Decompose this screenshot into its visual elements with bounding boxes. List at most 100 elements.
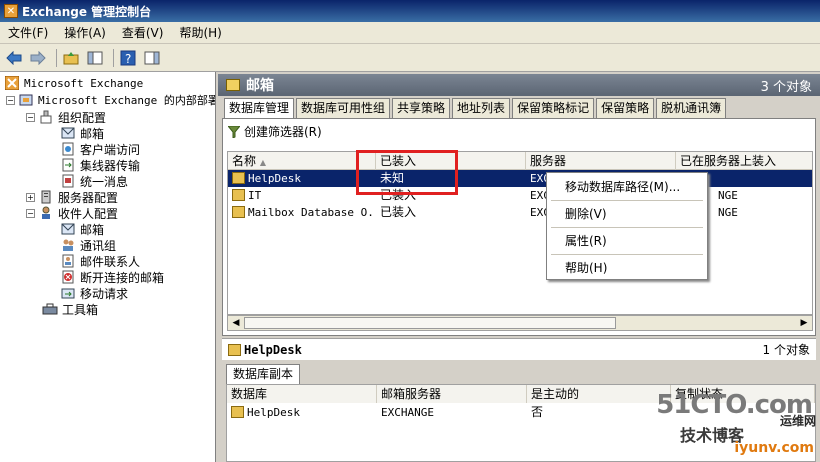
tree-item-label: 工具箱	[62, 302, 99, 317]
scrollbar-thumb[interactable]	[244, 317, 616, 329]
tab-retention-tags[interactable]: 保留策略标记	[512, 98, 595, 118]
tree-item-server-config[interactable]: + 服务器配置	[26, 189, 118, 205]
column-header-name[interactable]: 名称 ▲	[228, 152, 376, 170]
collapse-icon[interactable]: −	[26, 208, 35, 218]
toolbar: ?	[0, 44, 820, 72]
tree-item-label: 统一消息	[80, 174, 129, 189]
scroll-right-icon[interactable]: ▶	[797, 317, 811, 329]
menu-help[interactable]: 帮助(H)	[171, 22, 229, 44]
collapse-icon[interactable]: −	[6, 95, 15, 105]
table-row[interactable]: IT 已装入 EXC NGE	[228, 187, 812, 204]
column-header-database[interactable]: 数据库	[227, 385, 377, 403]
watermark: 51CTO.com 运维网 技术博客 iyunv.com	[656, 390, 820, 462]
tree-item-recipient-config[interactable]: − 收件人配置	[26, 205, 118, 221]
menu-item-properties[interactable]: 属性(R)	[547, 229, 707, 253]
tab-dag[interactable]: 数据库可用性组	[296, 98, 391, 118]
disconnected-mailbox-icon	[60, 270, 76, 284]
forward-arrow-icon[interactable]	[28, 48, 48, 68]
scroll-left-icon[interactable]: ◀	[229, 317, 243, 329]
title-bar: ✕ Exchange 管理控制台	[0, 0, 820, 22]
database-grid: 名称 ▲ 已装入 服务器 已在服务器上装入 HelpDesk 未知 EXCHAN…	[227, 151, 813, 315]
tab-database-management[interactable]: 数据库管理	[224, 98, 295, 119]
tree-item-label: 移动请求	[80, 286, 129, 301]
cell-active: 否	[531, 405, 544, 419]
expand-icon[interactable]: +	[26, 192, 35, 202]
tree-item-label: 收件人配置	[58, 206, 119, 221]
menu-item-move-database-path[interactable]: 移动数据库路径(M)...	[547, 175, 707, 199]
tab-sharing-policy[interactable]: 共享策略	[392, 98, 451, 118]
cell-mounted: 已装入	[380, 205, 417, 219]
tree-item-hub-transport[interactable]: 集线器传输	[60, 157, 140, 173]
table-row[interactable]: HelpDesk 未知 EXCHANGE	[228, 170, 812, 187]
tree-item-client-access[interactable]: 客户端访问	[60, 141, 140, 157]
back-arrow-icon[interactable]	[4, 48, 24, 68]
menu-item-help[interactable]: 帮助(H)	[547, 256, 707, 280]
column-header-mailbox-server[interactable]: 邮箱服务器	[377, 385, 527, 403]
tree-item-org-config[interactable]: − 组织配置	[26, 109, 106, 125]
exchange-icon	[4, 76, 20, 90]
menu-separator	[551, 200, 703, 201]
create-filter-label: 创建筛选器(R)	[244, 125, 322, 139]
menu-separator	[551, 254, 703, 255]
exchange-app-icon: ✕	[4, 4, 18, 18]
console-tree: Microsoft Exchange − Microsoft Exchange …	[0, 72, 216, 462]
tree-item-label: 服务器配置	[58, 190, 119, 205]
svg-text:?: ?	[125, 52, 131, 66]
tab-address-lists[interactable]: 地址列表	[452, 98, 511, 118]
tab-offline-address-book[interactable]: 脱机通讯簿	[656, 98, 727, 118]
mail-contact-icon	[60, 254, 76, 268]
folder-up-icon[interactable]	[61, 48, 81, 68]
tree-item-label: 客户端访问	[80, 142, 141, 157]
menu-view[interactable]: 查看(V)	[114, 22, 172, 44]
tree-item-distribution-group[interactable]: 通讯组	[60, 237, 116, 253]
org-icon	[18, 93, 34, 107]
tree-item-label: 通讯组	[80, 238, 117, 253]
horizontal-scrollbar[interactable]: ◀ ▶	[227, 315, 813, 331]
toolbar-separator	[113, 48, 114, 67]
detail-object-count: 1 个对象	[762, 343, 810, 357]
tree-item-mail-contact[interactable]: 邮件联系人	[60, 253, 140, 269]
action-pane-icon[interactable]	[142, 48, 162, 68]
menu-action[interactable]: 操作(A)	[56, 22, 114, 44]
console-tree-icon[interactable]	[85, 48, 105, 68]
server-config-icon	[38, 190, 54, 204]
column-header-server[interactable]: 服务器	[526, 152, 676, 170]
window-title: Exchange 管理控制台	[22, 4, 152, 19]
tab-retention-policy[interactable]: 保留策略	[596, 98, 655, 118]
column-header-active[interactable]: 是主动的	[527, 385, 671, 403]
menu-bar: 文件(F) 操作(A) 查看(V) 帮助(H)	[0, 22, 820, 44]
tree-item-org-mailbox[interactable]: 邮箱	[60, 125, 104, 141]
detail-title: HelpDesk	[244, 342, 302, 357]
help-icon[interactable]: ?	[118, 48, 138, 68]
grid-header: 名称 ▲ 已装入 服务器 已在服务器上装入	[228, 152, 812, 170]
tree-item-microsoft-exchange[interactable]: Microsoft Exchange	[4, 75, 143, 91]
context-menu: 移动数据库路径(M)... 删除(V) 属性(R) 帮助(H)	[546, 172, 708, 280]
column-header-mounted-on[interactable]: 已在服务器上装入	[676, 152, 812, 170]
tree-item-toolbox[interactable]: 工具箱	[42, 301, 98, 317]
watermark-site-name: 运维网	[779, 414, 816, 428]
tree-item-on-premises[interactable]: − Microsoft Exchange 的内部部署	[6, 92, 215, 108]
tree-item-label: 断开连接的邮箱	[80, 270, 165, 285]
tree-item-label: 集线器传输	[80, 158, 141, 173]
mailbox-icon	[60, 222, 76, 236]
toolbox-icon	[42, 302, 58, 316]
result-pane-header: 邮箱 3 个对象	[218, 74, 820, 96]
menu-item-remove[interactable]: 删除(V)	[547, 202, 707, 226]
tree-item-label: 邮箱	[80, 222, 105, 237]
cell-database: HelpDesk	[247, 406, 300, 419]
tab-strip: 数据库管理 数据库可用性组 共享策略 地址列表 保留策略标记 保留策略 脱机通讯…	[224, 98, 728, 119]
tree-item-disconnected-mailbox[interactable]: 断开连接的邮箱	[60, 269, 164, 285]
tree-item-label: Microsoft Exchange	[24, 76, 144, 90]
table-row[interactable]: Mailbox Database O... 已装入 EXC NGE	[228, 204, 812, 221]
tree-item-recipient-mailbox[interactable]: 邮箱	[60, 221, 104, 237]
filter-icon	[227, 125, 241, 139]
menu-file[interactable]: 文件(F)	[0, 22, 56, 44]
tab-database-copies[interactable]: 数据库副本	[226, 364, 301, 384]
create-filter-button[interactable]: 创建筛选器(R)	[227, 123, 322, 140]
tree-item-label: 邮箱	[80, 126, 105, 141]
tree-item-move-request[interactable]: 移动请求	[60, 285, 128, 301]
collapse-icon[interactable]: −	[26, 112, 35, 122]
menu-separator	[551, 227, 703, 228]
tree-item-unified-messaging[interactable]: 统一消息	[60, 173, 128, 189]
annotation-highlight-box	[356, 150, 458, 195]
